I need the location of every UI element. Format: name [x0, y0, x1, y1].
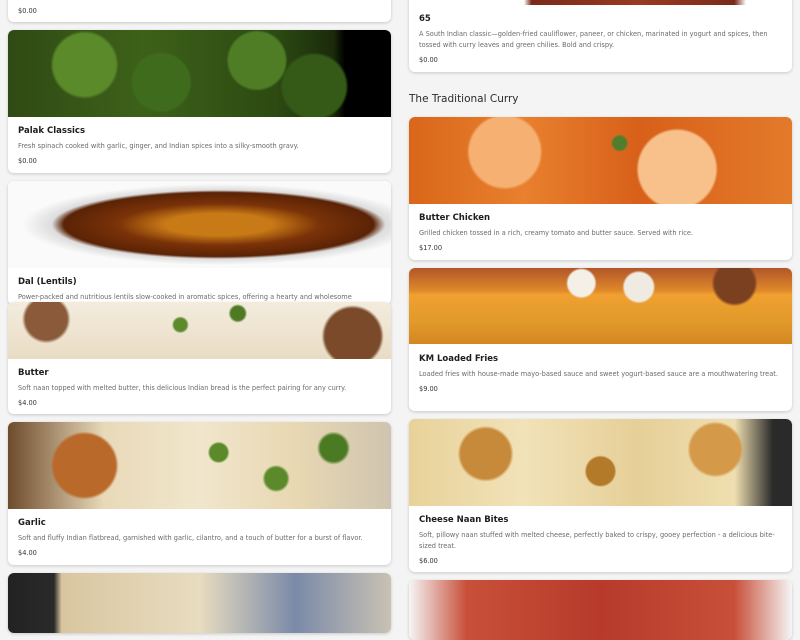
menu-item-card[interactable] — [8, 573, 391, 633]
menu-item-card[interactable] — [409, 580, 792, 640]
menu-item-card[interactable]: Garlic Soft and fluffy Indian flatbread,… — [8, 422, 391, 565]
menu-item-image — [409, 580, 792, 640]
butter-chicken-image — [409, 117, 792, 204]
menu-item-name: 65 — [419, 14, 431, 24]
menu-item-name: Dal (Lentils) — [18, 277, 77, 287]
menu-item-description: Soft, pillowy naan stuffed with melted c… — [419, 531, 775, 550]
menu-item-name: KM Loaded Fries — [419, 354, 499, 364]
menu-item-price: $0.00 — [18, 157, 37, 165]
menu-item-name: Palak Classics — [18, 126, 86, 136]
menu-item-card[interactable]: 65 A South Indian classic—golden-fried c… — [409, 0, 792, 72]
menu-item-card[interactable]: Butter Chicken Grilled chicken tossed in… — [409, 117, 792, 260]
menu-item-image — [8, 573, 391, 633]
menu-item-card[interactable]: Dal (Lentils) Power-packed and nutritiou… — [8, 181, 391, 305]
menu-item-description: A South Indian classic—golden-fried caul… — [419, 30, 768, 49]
menu-item-name: Butter Chicken — [419, 213, 491, 223]
menu-item-card[interactable]: $0.00 — [8, 0, 391, 22]
menu-item-image — [409, 0, 792, 5]
section-title: The Traditional Curry — [409, 93, 519, 105]
garlic-naan-image — [8, 422, 391, 509]
menu-item-price: $17.00 — [419, 244, 443, 252]
menu-item-price: $6.00 — [419, 557, 438, 565]
palak-image — [8, 30, 391, 117]
dal-image — [8, 181, 391, 268]
menu-item-price: $9.00 — [419, 385, 438, 393]
menu-item-card[interactable]: Butter Soft naan topped with melted butt… — [8, 302, 391, 414]
menu-item-name: Garlic — [18, 518, 46, 528]
menu-item-price: $0.00 — [419, 56, 438, 64]
loaded-fries-image — [409, 268, 792, 344]
menu-item-card[interactable]: Palak Classics Fresh spinach cooked with… — [8, 30, 391, 173]
menu-item-description: Soft and fluffy Indian flatbread, garnis… — [18, 534, 363, 542]
menu-item-description: Grilled chicken tossed in a rich, creamy… — [419, 229, 693, 237]
menu-item-description: Soft naan topped with melted butter, thi… — [18, 384, 347, 392]
menu-item-name: Cheese Naan Bites — [419, 515, 509, 525]
menu-item-card[interactable]: KM Loaded Fries Loaded fries with house-… — [409, 268, 792, 411]
menu-item-price: $4.00 — [18, 399, 37, 407]
cheese-naan-image — [409, 419, 792, 506]
butter-naan-image — [8, 302, 391, 359]
menu-item-description: Loaded fries with house-made mayo-based … — [419, 370, 778, 378]
menu-item-card[interactable]: Cheese Naan Bites Soft, pillowy naan stu… — [409, 419, 792, 572]
menu-item-price: $0.00 — [18, 7, 37, 15]
menu-item-name: Butter — [18, 368, 49, 378]
menu-item-description: Fresh spinach cooked with garlic, ginger… — [18, 142, 299, 150]
menu-item-price: $4.00 — [18, 549, 37, 557]
